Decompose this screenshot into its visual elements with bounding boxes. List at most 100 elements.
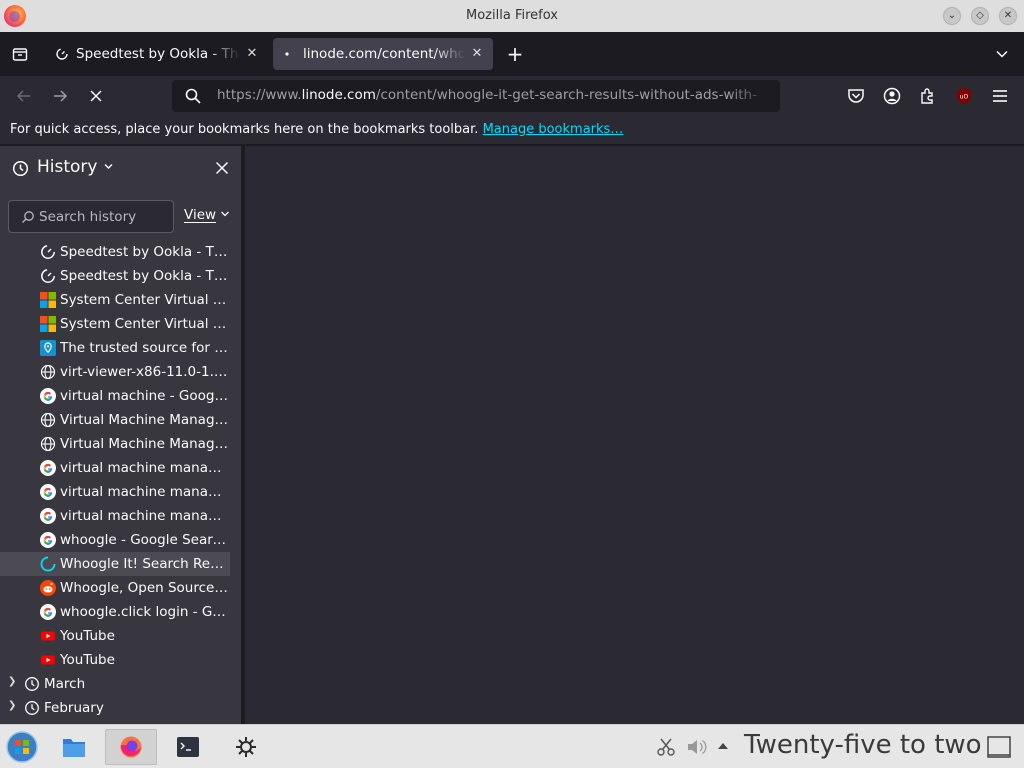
google-icon bbox=[40, 508, 56, 524]
taskbar-kde-app[interactable] bbox=[220, 729, 272, 765]
history-item[interactable]: whoogle.click login - Go... bbox=[0, 600, 230, 624]
history-item[interactable]: Whoogle, Open Source ... bbox=[0, 576, 230, 600]
speedtest-icon bbox=[41, 269, 55, 283]
chevron-down-icon bbox=[104, 164, 113, 169]
pocket-icon[interactable] bbox=[846, 86, 866, 106]
taskbar-clock[interactable]: Twenty-five to two bbox=[744, 730, 982, 760]
sidebar-header: History bbox=[0, 146, 241, 190]
tab-close-icon[interactable]: ✕ bbox=[469, 38, 485, 70]
history-item[interactable]: virtual machine manage... bbox=[0, 504, 230, 528]
search-icon bbox=[185, 88, 201, 104]
firefox-icon bbox=[120, 736, 142, 758]
history-search-box[interactable] bbox=[8, 200, 174, 233]
scissors-icon[interactable] bbox=[656, 737, 676, 757]
tab-speedtest[interactable]: Speedtest by Ookla - The Global Broadban… bbox=[46, 38, 268, 70]
history-item-label: virtual machine manage... bbox=[60, 508, 230, 524]
history-item[interactable]: The trusted source for IP... bbox=[0, 336, 230, 360]
manage-bookmarks-link[interactable]: Manage bookmarks… bbox=[483, 122, 624, 137]
history-item[interactable]: System Center Virtual M... bbox=[0, 312, 230, 336]
list-all-tabs-button[interactable] bbox=[990, 42, 1014, 66]
folder-icon bbox=[63, 739, 85, 757]
history-item[interactable]: Virtual Machine Manage... bbox=[0, 408, 230, 432]
url-text[interactable]: https://www.linode.com/content/whoogle-i… bbox=[217, 87, 772, 103]
taskbar-terminal[interactable] bbox=[162, 729, 214, 765]
history-item[interactable]: Whoogle It! Search Resu... bbox=[0, 552, 230, 576]
history-sidebar: History View Speedtest by Ookla - Th...S… bbox=[0, 146, 241, 724]
close-sidebar-button[interactable] bbox=[212, 158, 232, 178]
history-item[interactable]: virtual machine manage... bbox=[0, 480, 230, 504]
history-item-label: Whoogle, Open Source ... bbox=[60, 580, 230, 596]
history-group-march[interactable]: ❯ March bbox=[0, 672, 241, 696]
taskbar-firefox[interactable] bbox=[105, 729, 157, 765]
forward-arrow-icon bbox=[54, 90, 68, 102]
start-menu-button[interactable] bbox=[0, 729, 44, 765]
history-item[interactable]: System Center Virtual M... bbox=[0, 288, 230, 312]
history-item[interactable]: Speedtest by Ookla - Th... bbox=[0, 240, 230, 264]
gear-icon bbox=[236, 737, 256, 757]
firefox-view-icon bbox=[12, 48, 28, 61]
back-arrow-icon bbox=[16, 90, 30, 102]
tray-expand-icon[interactable] bbox=[717, 741, 729, 751]
close-icon bbox=[215, 161, 229, 175]
location-pin-icon bbox=[40, 340, 56, 356]
globe-icon bbox=[40, 364, 56, 380]
globe-icon bbox=[40, 412, 56, 428]
address-bar[interactable]: https://www.linode.com/content/whoogle-i… bbox=[172, 80, 780, 112]
navigation-toolbar: https://www.linode.com/content/whoogle-i… bbox=[0, 76, 1024, 116]
youtube-icon bbox=[41, 631, 55, 641]
sidebar-title: History bbox=[37, 157, 98, 177]
show-desktop-icon[interactable] bbox=[986, 735, 1012, 759]
history-item[interactable]: whoogle - Google Searc... bbox=[0, 528, 230, 552]
ublock-origin-icon[interactable]: uO bbox=[954, 86, 974, 106]
new-tab-button[interactable]: + bbox=[503, 42, 527, 66]
taskbar-file-manager[interactable] bbox=[48, 729, 100, 765]
history-item[interactable]: virtual machine - Google... bbox=[0, 384, 230, 408]
volume-icon[interactable] bbox=[686, 737, 708, 757]
chevron-down-icon bbox=[996, 50, 1008, 58]
reddit-icon bbox=[40, 580, 56, 596]
history-item[interactable]: YouTube bbox=[0, 624, 230, 648]
google-icon bbox=[40, 484, 56, 500]
stop-button[interactable] bbox=[83, 84, 109, 108]
back-button[interactable] bbox=[11, 84, 37, 108]
sidebar-switcher[interactable]: History bbox=[37, 157, 114, 177]
history-item[interactable]: virt-viewer-x86-11.0-1.0... bbox=[0, 360, 230, 384]
chevron-right-icon[interactable]: ❯ bbox=[8, 676, 16, 687]
view-menu-button[interactable]: View bbox=[184, 207, 230, 223]
forward-button[interactable] bbox=[47, 84, 73, 108]
history-item-label: Virtual Machine Manage... bbox=[60, 436, 230, 452]
history-item-label: virtual machine - Google... bbox=[60, 388, 230, 404]
history-item-label: System Center Virtual M... bbox=[60, 292, 230, 308]
tab-close-icon[interactable]: ✕ bbox=[244, 38, 260, 70]
svg-text:uO: uO bbox=[960, 94, 969, 101]
history-search-input[interactable] bbox=[39, 206, 169, 228]
hamburger-menu-icon[interactable] bbox=[990, 86, 1010, 106]
chevron-down-icon bbox=[221, 211, 230, 217]
search-icon bbox=[22, 211, 34, 223]
chevron-right-icon[interactable]: ❯ bbox=[8, 700, 16, 711]
start-orb-icon bbox=[6, 731, 38, 763]
history-item[interactable]: Speedtest by Ookla - Th... bbox=[0, 264, 230, 288]
history-item[interactable]: YouTube bbox=[0, 648, 230, 672]
microsoft-icon bbox=[40, 316, 56, 332]
firefox-view-button[interactable] bbox=[6, 42, 34, 66]
history-group-label: February bbox=[44, 700, 104, 716]
stop-x-icon bbox=[90, 90, 102, 102]
close-window-button[interactable]: ✕ bbox=[999, 7, 1017, 25]
account-icon[interactable] bbox=[882, 86, 902, 106]
history-item-label: virtual machine manage... bbox=[60, 460, 230, 476]
clock-icon bbox=[25, 701, 39, 715]
speedtest-icon bbox=[41, 245, 55, 259]
page-content-area[interactable] bbox=[245, 146, 1024, 724]
bookmarks-message: For quick access, place your bookmarks h… bbox=[10, 122, 479, 137]
minimize-button[interactable]: ⌄ bbox=[943, 7, 961, 25]
tab-linode[interactable]: linode.com/content/whoogle-it-get-search… bbox=[273, 38, 493, 70]
extensions-icon[interactable] bbox=[918, 86, 938, 106]
history-item[interactable]: virtual machine manage... bbox=[0, 456, 230, 480]
history-item[interactable]: Virtual Machine Manage... bbox=[0, 432, 230, 456]
history-group-february[interactable]: ❯ February bbox=[0, 696, 241, 720]
google-icon bbox=[40, 460, 56, 476]
youtube-icon bbox=[41, 655, 55, 665]
view-label: View bbox=[184, 207, 217, 223]
maximize-button[interactable]: ◇ bbox=[971, 7, 989, 25]
